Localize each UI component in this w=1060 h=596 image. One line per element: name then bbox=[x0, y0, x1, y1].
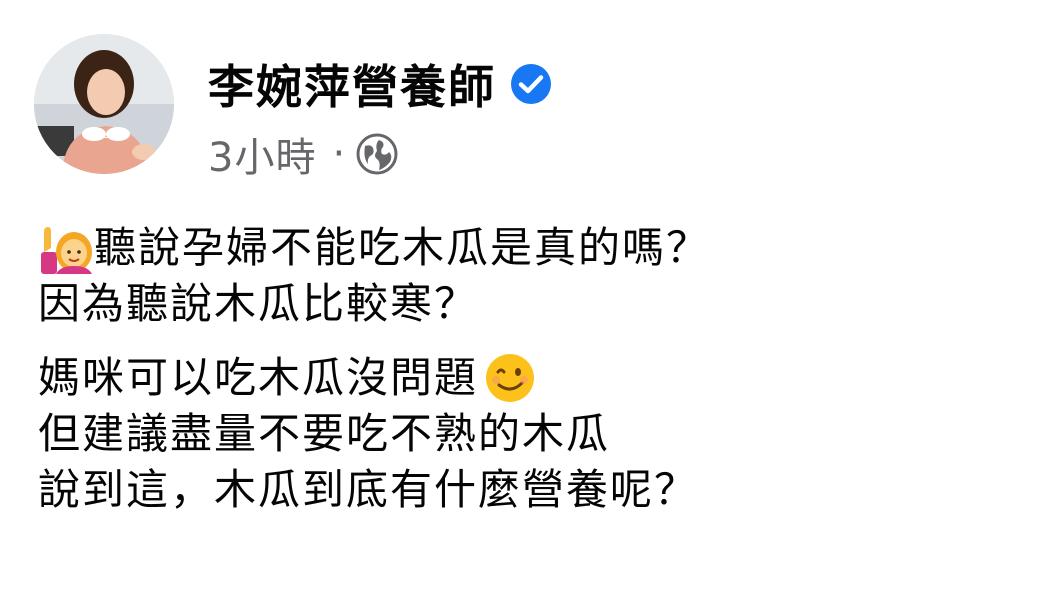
author-name[interactable]: 李婉萍營養師 bbox=[208, 51, 496, 117]
post-line-4: 但建議盡量不要吃不熟的木瓜 bbox=[38, 406, 1038, 462]
author-row: 李婉萍營養師 bbox=[208, 52, 552, 116]
avatar[interactable] bbox=[34, 34, 174, 174]
post-line-1: 聽說孕婦不能吃木瓜是真的嗎？ bbox=[38, 220, 1038, 276]
globe-icon[interactable] bbox=[355, 132, 399, 176]
post-line-3: 媽咪可以吃木瓜沒問題 bbox=[38, 350, 1038, 406]
post-line-4-text: 但建議盡量不要吃不熟的木瓜 bbox=[38, 409, 611, 458]
meta-separator: · bbox=[332, 131, 346, 177]
post-line-3-text: 媽咪可以吃木瓜沒問題 bbox=[38, 353, 479, 402]
winking-face-emoji bbox=[482, 352, 538, 404]
post-body: 聽說孕婦不能吃木瓜是真的嗎？ 因為聽說木瓜比較寒？ 媽咪可以吃木瓜沒問題 但建議… bbox=[38, 220, 1038, 518]
post-line-5: 說到這，木瓜到底有什麼營養呢？ bbox=[38, 462, 1038, 518]
post-line-1-text: 聽說孕婦不能吃木瓜是真的嗎？ bbox=[94, 223, 711, 272]
facebook-post: 李婉萍營養師 3小時 · 聽說孕婦不能吃木瓜是真的嗎？ 因為聽說木瓜比較寒？ 媽… bbox=[0, 0, 1060, 596]
post-line-5-text: 說到這，木瓜到底有什麼營養呢？ bbox=[38, 465, 699, 514]
post-timestamp[interactable]: 3小時 bbox=[208, 125, 316, 183]
post-meta: 3小時 · bbox=[208, 125, 399, 183]
woman-raising-hand-emoji bbox=[38, 222, 94, 274]
profile-photo bbox=[34, 34, 174, 174]
post-line-2: 因為聽說木瓜比較寒？ bbox=[38, 276, 1038, 332]
verified-badge-icon bbox=[510, 63, 552, 105]
post-line-2-text: 因為聽說木瓜比較寒？ bbox=[38, 279, 479, 328]
